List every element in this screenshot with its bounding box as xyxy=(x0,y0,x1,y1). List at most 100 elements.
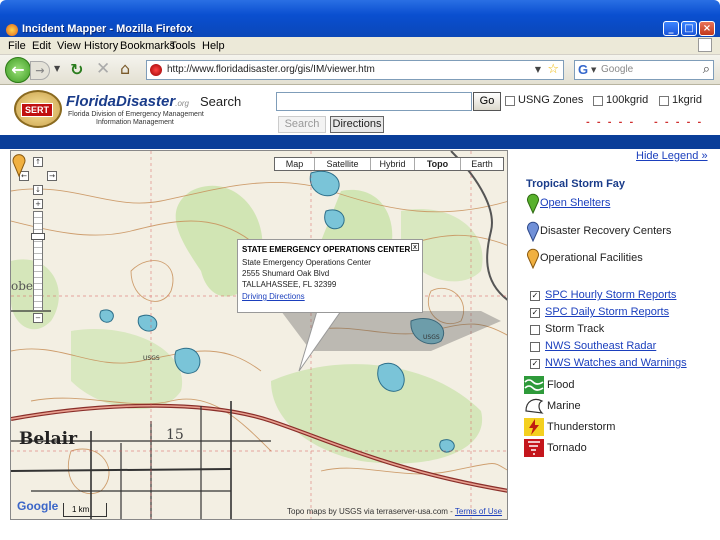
100kgrid-checkbox[interactable] xyxy=(593,96,603,106)
pan-down-icon[interactable]: ↓ xyxy=(33,185,43,195)
history-dropdown-icon[interactable]: ▼ xyxy=(54,64,60,73)
legend-label-shelters[interactable]: Open Shelters xyxy=(540,197,610,209)
logo-badge-text: SERT xyxy=(21,103,54,117)
storm-title: Tropical Storm Fay xyxy=(526,178,626,190)
home-icon[interactable]: ⌂ xyxy=(120,59,130,78)
dash-marks-2: - - - - - xyxy=(654,118,704,128)
back-button[interactable]: ← xyxy=(5,57,31,83)
map-attribution: Topo maps by USGS via terraserver-usa.co… xyxy=(287,507,503,516)
zoom-in-icon[interactable]: + xyxy=(33,199,43,209)
nws-watches-label[interactable]: NWS Watches and Warnings xyxy=(545,357,687,369)
spc-daily-label[interactable]: SPC Daily Storm Reports xyxy=(545,306,669,318)
terms-of-use-link[interactable]: Terms of Use xyxy=(455,507,502,516)
hazard-label-flood: Flood xyxy=(547,379,575,391)
throbber-icon xyxy=(698,38,712,52)
firefox-icon xyxy=(6,24,18,36)
go-button[interactable]: Go xyxy=(473,92,501,111)
menu-view[interactable]: View xyxy=(57,40,81,52)
header-divider-bar xyxy=(0,135,720,149)
place-label-belair: Belair xyxy=(19,429,78,449)
menu-file[interactable]: File xyxy=(8,40,26,52)
orange-pin-icon xyxy=(527,248,539,269)
menu-tools[interactable]: Tools xyxy=(170,40,196,52)
usng-zones-label: USNG Zones xyxy=(518,94,584,106)
storm-track-checkbox[interactable] xyxy=(530,325,540,335)
tab-directions[interactable]: Directions xyxy=(330,116,384,133)
logo-subtitle-2: Information Management xyxy=(96,119,174,126)
window-title: Incident Mapper - Mozilla Firefox xyxy=(22,23,193,35)
address-dropdown-icon[interactable]: ▼ xyxy=(535,65,541,74)
nws-radar-label[interactable]: NWS Southeast Radar xyxy=(545,340,656,352)
map-type-bar: Map Satellite Hybrid Topo Earth xyxy=(274,157,504,171)
search-placeholder: Google xyxy=(601,64,634,75)
tab-search[interactable]: Search xyxy=(278,116,326,133)
address-bar[interactable]: http://www.floridadisaster.org/gis/IM/vi… xyxy=(146,60,564,80)
spc-hourly-checkbox[interactable]: ✓ xyxy=(530,291,540,301)
1kgrid-label: 1kgrid xyxy=(672,94,702,106)
legend-label-operational: Operational Facilities xyxy=(540,252,643,264)
menu-bar: File Edit View History Bookmarks Tools H… xyxy=(0,37,720,55)
site-favicon-icon xyxy=(150,64,162,76)
logo-name-text: FloridaDisaster xyxy=(66,93,176,110)
1kgrid-checkbox[interactable] xyxy=(659,96,669,106)
popup-line-city: TALLAHASSEE, FL 32399 xyxy=(242,280,337,289)
hazard-label-marine: Marine xyxy=(547,400,581,412)
search-label: Search xyxy=(200,94,242,109)
logo-suffix: .org xyxy=(175,99,190,108)
maximize-button[interactable]: □ xyxy=(681,21,697,36)
reload-icon[interactable]: ↻ xyxy=(70,60,83,79)
engine-dropdown-icon[interactable]: ▼ xyxy=(591,66,596,74)
browser-search-box[interactable]: G ▼ Google ⌕ xyxy=(574,60,714,80)
forward-button[interactable]: → xyxy=(30,61,50,80)
spc-hourly-label[interactable]: SPC Hourly Storm Reports xyxy=(545,289,676,301)
search-engine-icon[interactable]: G xyxy=(578,62,588,77)
map-type-earth[interactable]: Earth xyxy=(461,158,503,170)
popup-title: STATE EMERGENCY OPERATIONS CENTER xyxy=(242,245,411,254)
pan-right-icon[interactable]: → xyxy=(47,171,57,181)
scale-bar: 1 km xyxy=(63,503,107,517)
tornado-icon xyxy=(524,439,544,457)
marine-icon xyxy=(525,398,544,414)
hazard-label-tornado: Tornado xyxy=(547,442,587,454)
map-type-satellite[interactable]: Satellite xyxy=(315,158,371,170)
map-type-topo[interactable]: Topo xyxy=(415,158,461,170)
map-type-hybrid[interactable]: Hybrid xyxy=(371,158,415,170)
menu-history[interactable]: History xyxy=(84,40,118,52)
driving-directions-link[interactable]: Driving Directions xyxy=(242,292,305,301)
hide-legend-link[interactable]: Hide Legend » xyxy=(636,150,708,162)
menu-bookmarks[interactable]: Bookmarks xyxy=(120,40,175,52)
bookmark-star-icon[interactable]: ☆ xyxy=(547,62,559,77)
minimize-button[interactable]: _ xyxy=(663,21,679,36)
map-view[interactable]: obe Belair 15 USGS USGS Map Satellite Hy… xyxy=(10,150,508,520)
info-window-popup: STATE EMERGENCY OPERATIONS CENTER State … xyxy=(237,239,423,313)
sert-logo: SERT xyxy=(14,90,62,128)
menu-help[interactable]: Help xyxy=(202,40,225,52)
google-logo: Google xyxy=(17,499,59,513)
popup-line-address: 2555 Shumard Oak Blvd xyxy=(242,269,330,278)
hazard-label-thunderstorm: Thunderstorm xyxy=(547,421,616,433)
menu-edit[interactable]: Edit xyxy=(32,40,51,52)
stop-icon[interactable]: ✕ xyxy=(96,59,110,79)
thunderstorm-icon xyxy=(524,418,544,436)
place-label-15: 15 xyxy=(166,427,184,443)
search-icon[interactable]: ⌕ xyxy=(703,62,710,77)
address-url[interactable]: http://www.floridadisaster.org/gis/IM/vi… xyxy=(167,64,375,75)
usgs-marker-2: USGS xyxy=(423,334,440,341)
spc-daily-checkbox[interactable]: ✓ xyxy=(530,308,540,318)
legend-label-recovery: Disaster Recovery Centers xyxy=(540,225,672,237)
pan-up-icon[interactable]: ↑ xyxy=(33,157,43,167)
zoom-slider-handle[interactable] xyxy=(31,233,45,240)
nws-radar-checkbox[interactable] xyxy=(530,342,540,352)
popup-line-name: State Emergency Operations Center xyxy=(242,258,371,267)
close-button[interactable]: × xyxy=(699,21,715,36)
logo-name: FloridaDisaster.org xyxy=(66,93,189,110)
map-type-map[interactable]: Map xyxy=(275,158,315,170)
flood-icon xyxy=(524,376,544,394)
zoom-slider-track[interactable] xyxy=(33,211,43,311)
facility-marker-icon[interactable] xyxy=(11,151,27,177)
popup-close-icon[interactable]: x xyxy=(411,243,419,251)
usng-zones-checkbox[interactable] xyxy=(505,96,515,106)
map-search-input[interactable] xyxy=(276,92,472,111)
zoom-out-icon[interactable]: − xyxy=(33,313,43,323)
nws-watches-checkbox[interactable]: ✓ xyxy=(530,359,540,369)
